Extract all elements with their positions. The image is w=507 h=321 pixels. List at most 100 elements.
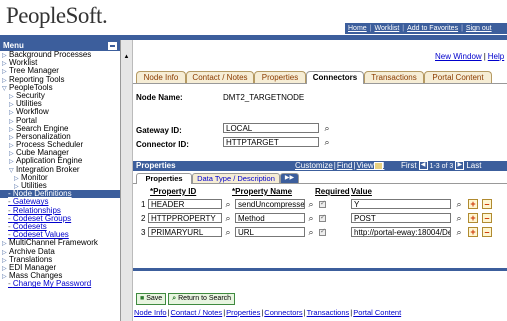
new-window-link[interactable]: New Window bbox=[435, 52, 482, 61]
table-row: 3PRIMARYURL⌕URL⌕http://portal-eway:18004… bbox=[133, 227, 507, 239]
connector-id-field[interactable]: HTTPTARGET bbox=[223, 137, 319, 147]
col-property-id[interactable]: *Property ID bbox=[150, 187, 196, 196]
menu-item-integration-broker[interactable]: ▽ Integration Broker bbox=[0, 165, 120, 174]
add-row-button[interactable]: + bbox=[468, 213, 478, 223]
gateway-id-field[interactable]: LOCAL bbox=[223, 123, 319, 133]
help-link[interactable]: Help bbox=[488, 52, 504, 61]
bottom-link-contact-notes[interactable]: Contact / Notes bbox=[170, 308, 222, 317]
value-field[interactable]: Y bbox=[351, 199, 451, 209]
first-label[interactable]: First bbox=[401, 161, 417, 170]
bottom-link-transactions[interactable]: Transactions bbox=[307, 308, 350, 317]
property-name-lookup-icon[interactable]: ⌕ bbox=[306, 213, 316, 223]
save-label: Save bbox=[146, 295, 163, 302]
return-to-search-button[interactable]: ⌕ Return to Search bbox=[168, 293, 236, 305]
property-name-field[interactable]: URL bbox=[235, 227, 305, 237]
value-lookup-icon[interactable]: ⌕ bbox=[454, 227, 464, 237]
delete-row-button[interactable]: – bbox=[482, 199, 492, 209]
customize-link[interactable]: Customize bbox=[295, 161, 333, 170]
bottom-link-portal-content[interactable]: Portal Content bbox=[353, 308, 401, 317]
delete-row-button[interactable]: – bbox=[482, 227, 492, 237]
property-name-lookup-icon[interactable]: ⌕ bbox=[306, 227, 316, 237]
collapse-menu-icon[interactable] bbox=[108, 42, 117, 50]
col-required[interactable]: Required bbox=[315, 187, 350, 196]
previous-arrow-icon[interactable]: ◀ bbox=[418, 161, 428, 171]
menu-header: Menu bbox=[0, 40, 120, 51]
grid-navigation: First ◀ 1-3 of 3 ▶ Last bbox=[401, 161, 481, 172]
next-arrow-icon[interactable]: ▶ bbox=[455, 161, 465, 171]
gateway-lookup-icon[interactable]: ⌕ bbox=[322, 123, 332, 133]
sign-out-link[interactable]: Sign out bbox=[463, 25, 495, 32]
grid-tabs: Properties Data Type / Description ▶▶ bbox=[133, 173, 507, 184]
menu-splitter[interactable]: ▲ bbox=[121, 40, 133, 321]
tab-node-info[interactable]: Node Info bbox=[136, 71, 186, 83]
property-id-field[interactable]: HEADER bbox=[148, 199, 222, 209]
last-label[interactable]: Last bbox=[466, 161, 481, 170]
properties-grid: Properties Customize|Find|View All First… bbox=[133, 161, 507, 271]
tab-properties[interactable]: Properties bbox=[254, 71, 306, 83]
tab-contact-notes[interactable]: Contact / Notes bbox=[186, 71, 254, 83]
grid-footer bbox=[133, 268, 507, 271]
bottom-tab-links: Node Info|Contact / Notes|Properties|Con… bbox=[134, 308, 402, 317]
property-id-lookup-icon[interactable]: ⌕ bbox=[223, 199, 233, 209]
top-nav: Home | Worklist | Add to Favorites | Sign out bbox=[345, 23, 507, 34]
property-name-field[interactable]: Method bbox=[235, 213, 305, 223]
search-icon: ⌕ bbox=[172, 295, 177, 302]
download-grid-icon[interactable] bbox=[374, 162, 383, 170]
bottom-link-node-info[interactable]: Node Info bbox=[134, 308, 167, 317]
grid-header: Properties Customize|Find|View All First… bbox=[133, 161, 507, 171]
menu-item-label: Change My Password bbox=[12, 279, 92, 289]
property-id-lookup-icon[interactable]: ⌕ bbox=[223, 213, 233, 223]
value-lookup-icon[interactable]: ⌕ bbox=[454, 213, 464, 223]
worklist-link[interactable]: Worklist bbox=[372, 25, 403, 32]
property-id-field[interactable]: PRIMARYURL bbox=[148, 227, 222, 237]
row-number: 1 bbox=[141, 200, 146, 209]
property-name-field[interactable]: sendUncompressed bbox=[235, 199, 305, 209]
grid-title: Properties bbox=[136, 161, 176, 170]
delete-row-button[interactable]: – bbox=[482, 213, 492, 223]
required-checkbox[interactable] bbox=[319, 199, 326, 208]
property-id-field[interactable]: HTTPPROPERTY bbox=[148, 213, 222, 223]
collapse-arrow-icon[interactable]: ▲ bbox=[123, 54, 130, 60]
peoplesoft-logo: PeopleSoft. bbox=[6, 3, 108, 28]
value-field[interactable]: POST bbox=[351, 213, 451, 223]
connector-lookup-icon[interactable]: ⌕ bbox=[322, 137, 332, 147]
gateway-id-label: Gateway ID: bbox=[136, 126, 182, 135]
tab-transactions[interactable]: Transactions bbox=[364, 71, 424, 83]
grid-links: Customize|Find|View All bbox=[295, 161, 385, 170]
tab-portal-content[interactable]: Portal Content bbox=[424, 71, 492, 83]
add-row-button[interactable]: + bbox=[468, 227, 478, 237]
grid-tab-properties[interactable]: Properties bbox=[136, 173, 192, 184]
home-link[interactable]: Home bbox=[345, 25, 370, 32]
show-all-columns-icon[interactable]: ▶▶ bbox=[280, 173, 299, 183]
return-to-search-label: Return to Search bbox=[178, 295, 232, 302]
col-property-name[interactable]: *Property Name bbox=[232, 187, 292, 196]
window-links: New Window | Help bbox=[435, 52, 505, 61]
required-checkbox[interactable] bbox=[319, 213, 326, 222]
required-checkbox[interactable] bbox=[319, 227, 326, 236]
col-value[interactable]: Value bbox=[351, 187, 372, 196]
add-to-favorites-link[interactable]: Add to Favorites bbox=[404, 25, 461, 32]
add-row-button[interactable]: + bbox=[468, 199, 478, 209]
menu-title: Menu bbox=[3, 41, 24, 50]
row-number: 2 bbox=[141, 214, 146, 223]
bottom-link-connectors[interactable]: Connectors bbox=[264, 308, 302, 317]
main-content: New Window | Help Node Info Contact / Note… bbox=[133, 40, 507, 321]
bottom-link-properties[interactable]: Properties bbox=[226, 308, 260, 317]
connector-id-label: Connector ID: bbox=[136, 140, 189, 149]
row-range: 1-3 of 3 bbox=[429, 163, 454, 170]
table-row: 1HEADER⌕sendUncompressed⌕Y⌕+– bbox=[133, 199, 507, 211]
find-link[interactable]: Find bbox=[337, 161, 353, 170]
save-button[interactable]: ■ Save bbox=[136, 293, 167, 305]
value-field[interactable]: http://portal-eway:18004/Deploy bbox=[351, 227, 451, 237]
node-name-value: DMT2_TARGETNODE bbox=[223, 93, 305, 102]
menu-item-monitor[interactable]: ▷ Monitor bbox=[0, 173, 120, 182]
grid-tab-data-type[interactable]: Data Type / Description bbox=[192, 173, 280, 183]
button-bar: ■ Save ⌕ Return to Search bbox=[136, 293, 237, 305]
menu-item-change-my-password[interactable]: - Change My Password bbox=[0, 280, 120, 288]
save-icon: ■ bbox=[140, 295, 145, 302]
property-name-lookup-icon[interactable]: ⌕ bbox=[306, 199, 316, 209]
menu-items: ▷ Background Processes ▷ Worklist ▷ Tree Mana… bbox=[0, 50, 120, 288]
property-id-lookup-icon[interactable]: ⌕ bbox=[223, 227, 233, 237]
tab-connectors[interactable]: Connectors bbox=[306, 71, 364, 84]
value-lookup-icon[interactable]: ⌕ bbox=[454, 199, 464, 209]
